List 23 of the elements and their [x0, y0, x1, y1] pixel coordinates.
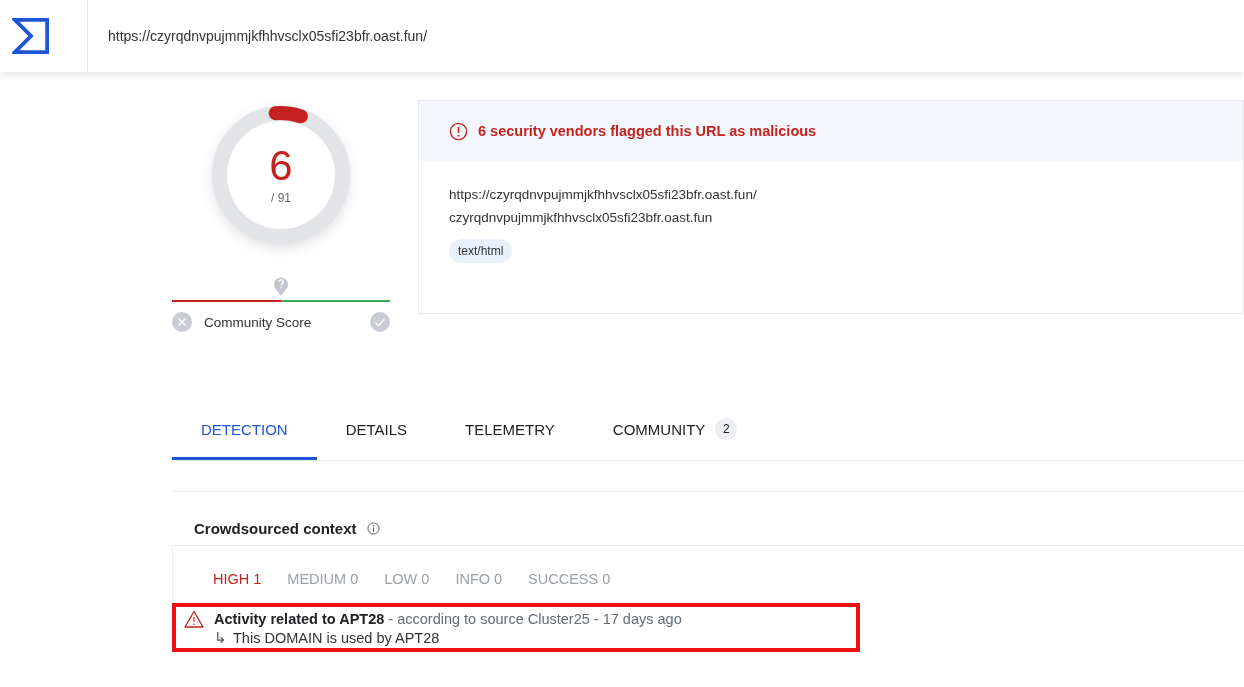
warning-icon [184, 610, 204, 628]
tab[interactable]: COMMUNITY 2 [583, 406, 767, 460]
scanned-url: https://czyrqdnvpujmmjkfhhvsclx05sfi23bfr.oast.fun/ [449, 187, 758, 202]
check-icon[interactable] [370, 312, 390, 332]
community-score-label: Community Score [204, 314, 313, 330]
url-search-field[interactable]: https://czyrqdnvpujmmjkfhhvsclx05sfi23bfr.oast.fun/ [108, 28, 428, 44]
alert-detail: This DOMAIN is used by APT28 [233, 630, 440, 646]
sigma-logo-icon[interactable] [12, 17, 50, 55]
domain-link[interactable]: czyrqdnvpujmmjkfhhvsclx05sfi23bfr.oast.fun [449, 210, 1243, 225]
arrow-glyph: ↳ [214, 630, 227, 646]
tab[interactable]: DETECTION [172, 406, 317, 460]
content-type-tag: text/html [449, 239, 513, 263]
alert-text: 6 security vendors flagged this URL as malicious [478, 123, 817, 139]
section-title: Crowdsourced context [194, 520, 357, 537]
alert-icon [449, 121, 468, 141]
tab[interactable]: TELEMETRY [436, 406, 584, 460]
tab[interactable]: DETAILS [316, 406, 437, 460]
question-pin-icon [273, 276, 289, 296]
info-icon[interactable] [366, 522, 380, 535]
alert-title: Activity related to APT28 - according to source Cluster25 - 17 days ago [214, 611, 682, 627]
detection-count: 6 [269, 145, 293, 187]
severity-filter[interactable]: HIGH 1 [213, 569, 262, 589]
vendor-total: / 91 [271, 191, 291, 205]
